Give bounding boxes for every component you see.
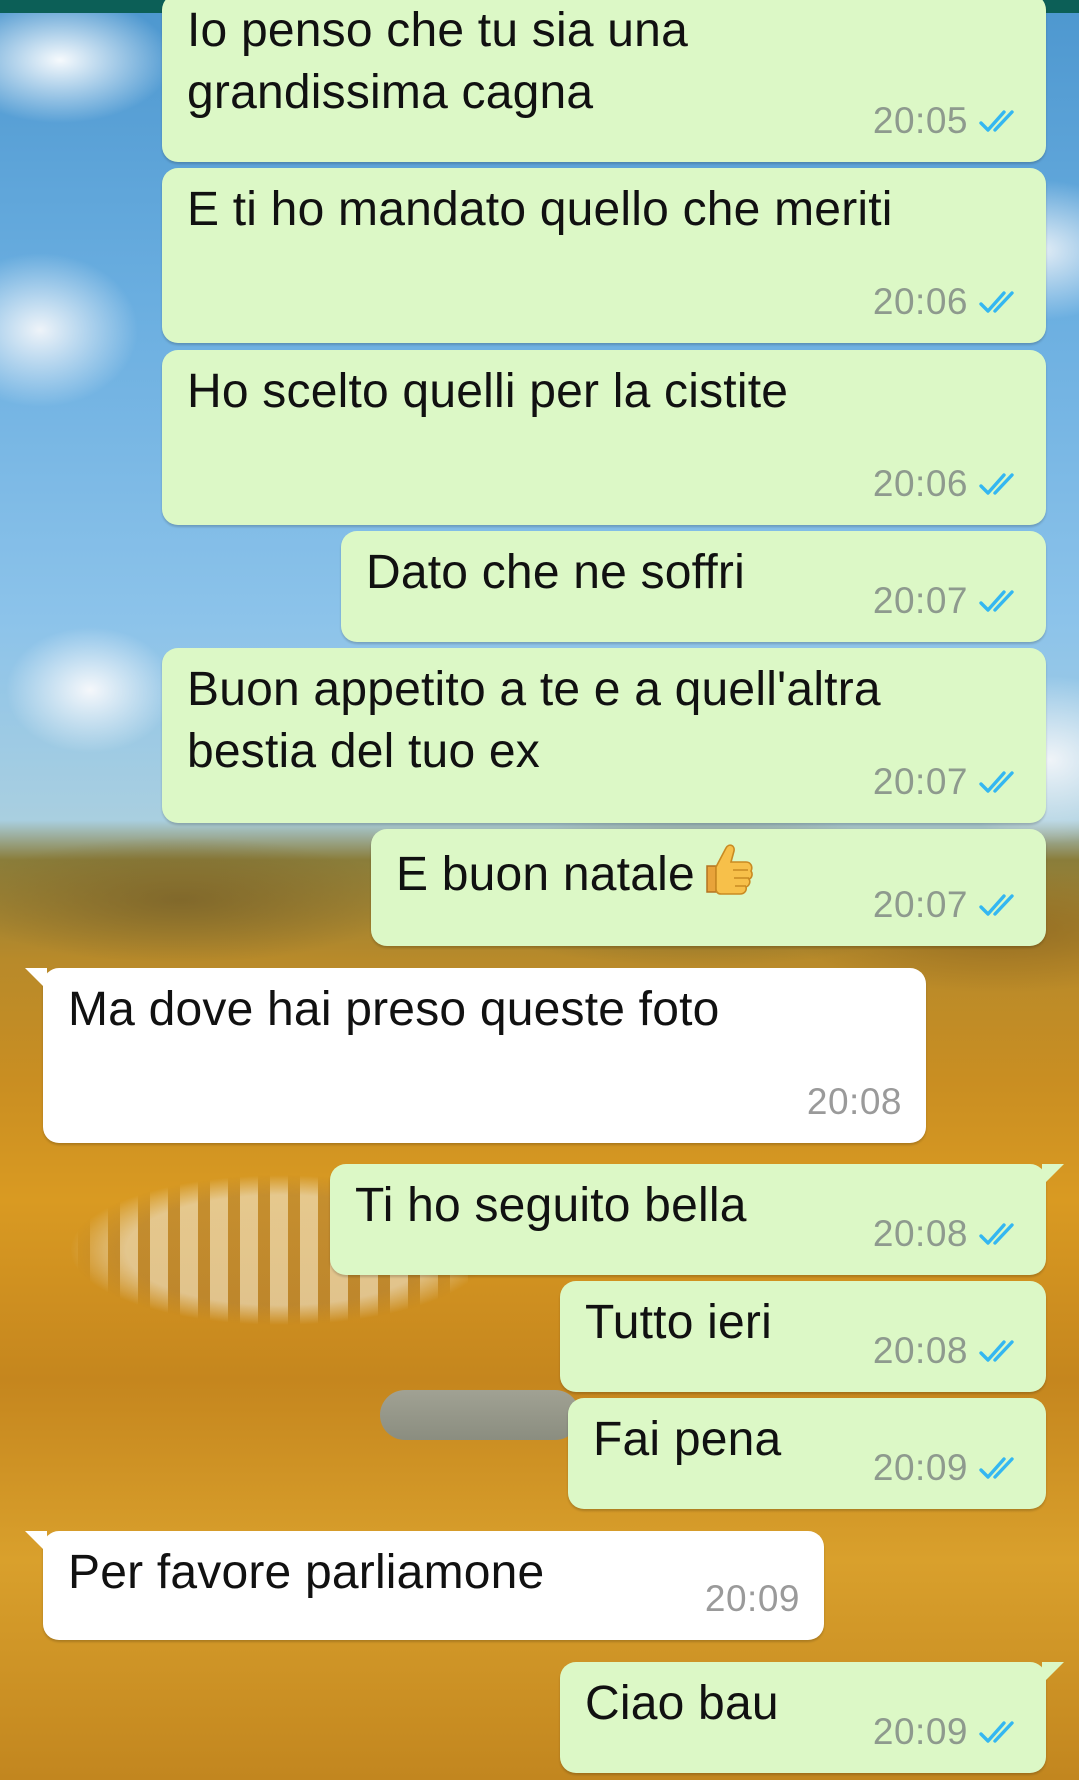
bubble-tail — [1042, 1164, 1064, 1186]
message-time: 20:09 — [872, 1711, 968, 1752]
message-bubble-outgoing[interactable]: E buon natale 20:07 — [371, 829, 1046, 946]
message-bubble-outgoing[interactable]: E ti ho mandato quello che meriti 20:06 — [162, 168, 1046, 343]
message-meta: 20:07 — [873, 751, 1022, 813]
double-check-read-icon — [979, 1457, 1014, 1479]
message-meta: 20:06 — [873, 271, 1022, 333]
double-check-read-icon — [979, 1340, 1014, 1362]
message-meta: 20:06 — [873, 453, 1022, 515]
message-time: 20:08 — [872, 1213, 968, 1254]
message-meta: 20:09 — [873, 1437, 1022, 1499]
double-check-read-icon — [979, 771, 1014, 793]
double-check-read-icon — [979, 473, 1014, 495]
bubble-tail — [1042, 1662, 1064, 1684]
message-text: Ma dove hai preso queste foto — [68, 983, 720, 1036]
message-time: 20:07 — [872, 580, 968, 621]
message-meta: 20:09 — [873, 1701, 1022, 1763]
message-time: 20:07 — [872, 884, 968, 925]
message-meta: 20:08 — [807, 1071, 902, 1133]
message-bubble-outgoing[interactable]: Ti ho seguito bella 20:08 — [330, 1164, 1064, 1275]
message-bubble-outgoing[interactable]: Tutto ieri 20:08 — [560, 1281, 1046, 1392]
double-check-read-icon — [979, 1223, 1014, 1245]
message-bubble-incoming[interactable]: Ma dove hai preso queste foto 20:08 — [25, 968, 926, 1143]
message-time: 20:08 — [806, 1081, 902, 1122]
message-time: 20:09 — [872, 1447, 968, 1488]
message-meta: 20:07 — [873, 874, 1022, 936]
wallpaper-river — [380, 1390, 580, 1440]
bubble-tail — [25, 968, 47, 990]
message-meta: 20:08 — [873, 1203, 1022, 1265]
message-time: 20:06 — [872, 463, 968, 504]
message-time: 20:07 — [872, 761, 968, 802]
message-meta: 20:05 — [873, 90, 1022, 152]
bubble-tail — [25, 1531, 47, 1553]
message-meta: 20:07 — [873, 570, 1022, 632]
message-bubble-outgoing[interactable]: Fai pena 20:09 — [568, 1398, 1046, 1509]
message-time: 20:06 — [872, 281, 968, 322]
message-text: E ti ho mandato quello che meriti — [187, 183, 893, 236]
message-bubble-incoming[interactable]: Per favore parliamone 20:09 — [25, 1531, 824, 1640]
message-bubble-outgoing[interactable]: Io penso che tu sia una grandissima cagn… — [162, 0, 1046, 162]
message-meta: 20:08 — [873, 1320, 1022, 1382]
message-bubble-outgoing[interactable]: Buon appetito a te e a quell'altra besti… — [162, 648, 1046, 823]
message-time: 20:05 — [872, 100, 968, 141]
message-text-content: E buon natale — [396, 848, 695, 901]
message-meta: 20:09 — [705, 1568, 800, 1630]
message-bubble-outgoing[interactable]: Ho scelto quelli per la cistite 20:06 — [162, 350, 1046, 525]
double-check-read-icon — [979, 590, 1014, 612]
message-time: 20:09 — [704, 1578, 800, 1619]
message-text: Ho scelto quelli per la cistite — [187, 365, 789, 418]
message-text: Per favore parliamone — [68, 1546, 545, 1599]
message-bubble-outgoing[interactable]: Ciao bau 20:09 — [560, 1662, 1064, 1773]
thumbs-up-emoji-icon — [706, 844, 753, 895]
message-time: 20:08 — [872, 1330, 968, 1371]
double-check-read-icon — [979, 110, 1014, 132]
double-check-read-icon — [979, 291, 1014, 313]
message-bubble-outgoing[interactable]: Dato che ne soffri 20:07 — [341, 531, 1046, 642]
double-check-read-icon — [979, 1721, 1014, 1743]
double-check-read-icon — [979, 894, 1014, 916]
